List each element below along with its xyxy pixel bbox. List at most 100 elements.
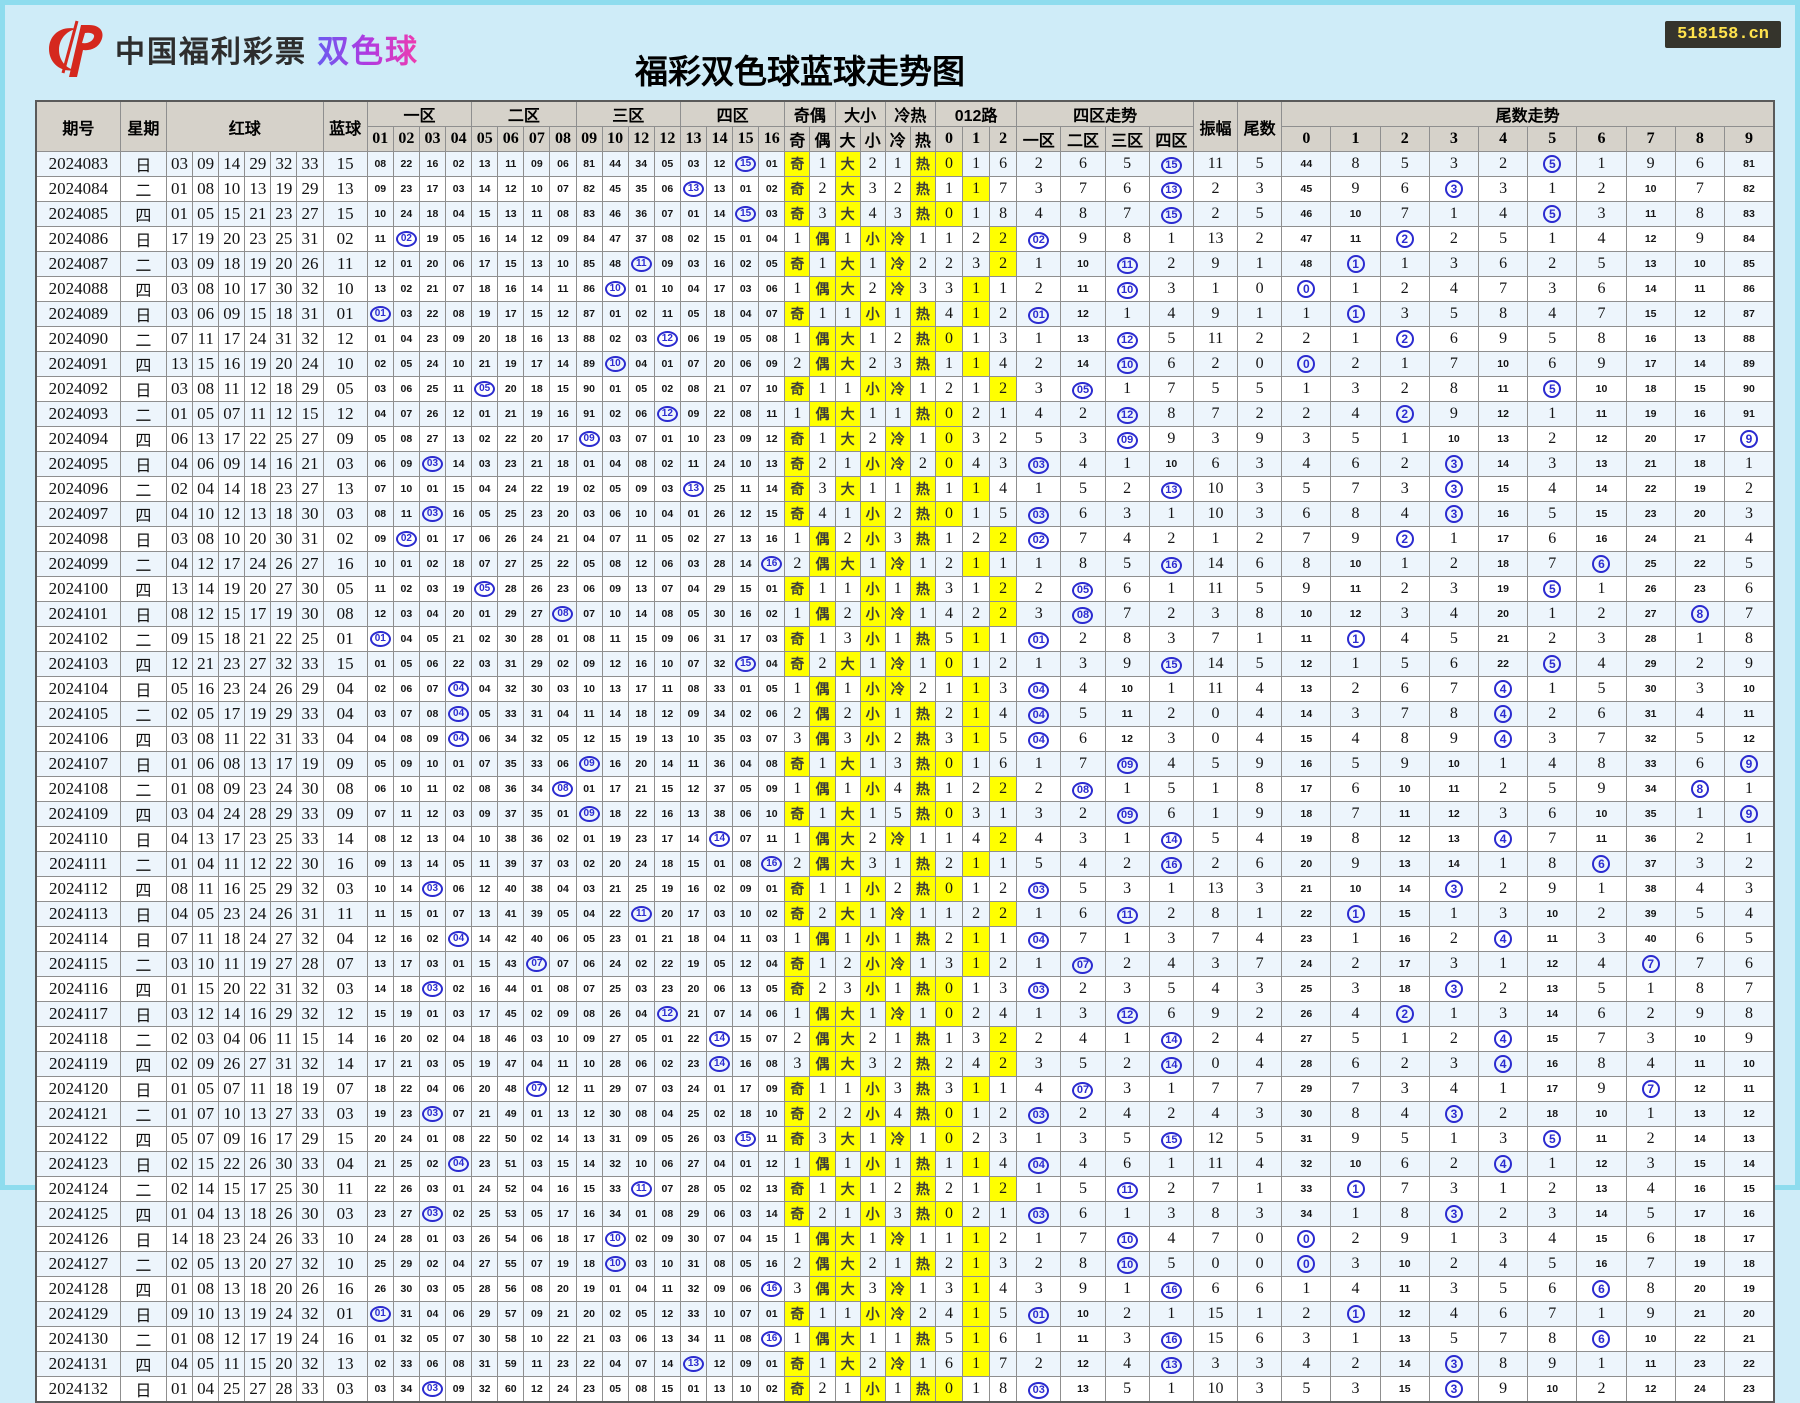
tailtrend-cell: 16: [1674, 1176, 1725, 1202]
blue-hit-circle: 16: [761, 1331, 783, 1347]
tailtrend-cell: 11: [1723, 1076, 1775, 1102]
red-ball-cell: 24: [270, 776, 298, 802]
tailtrend-cell: 29: [1625, 651, 1676, 677]
tailtrend-cell: 1: [1527, 676, 1578, 702]
blue-hit-circle: 07: [1072, 1081, 1094, 1099]
tail-cell: 1: [1237, 251, 1283, 277]
zone-cell: 12: [575, 726, 603, 752]
tailtrend-cell: 3: [1428, 1276, 1480, 1302]
tailtrend-cell: 5: [1527, 776, 1578, 802]
zone-cell: 15: [653, 1376, 681, 1403]
zone-cell: 34: [627, 151, 655, 177]
zone-cell: 17: [732, 1076, 760, 1102]
flag-cell: 2: [809, 901, 836, 927]
tail-cell: 5: [1237, 576, 1283, 602]
zone-cell: 14: [445, 451, 473, 477]
zone-cell: 20: [627, 751, 655, 777]
route-cell: 1: [962, 1251, 991, 1277]
tail-cell: 7: [1237, 951, 1283, 977]
zone-cell: 88: [575, 326, 603, 352]
amplitude-cell: 3: [1192, 601, 1239, 627]
red-ball-cell: 29: [296, 176, 324, 202]
zone-cell: 06: [445, 876, 473, 902]
flag-cell: 冷: [884, 1276, 911, 1302]
flag-cell: 奇: [784, 651, 811, 677]
tailtrend-cell: 18: [1674, 451, 1725, 477]
tailtrend-cell: 33: [1281, 1176, 1332, 1202]
zone-cell: 12: [706, 1351, 734, 1377]
zone-cell: 05: [418, 1326, 447, 1352]
zone-cell: 09: [758, 1076, 786, 1102]
blue-ball-cell: 08: [322, 601, 368, 627]
flag-cell: 2: [834, 601, 861, 627]
blue-hit-circle: 2: [1395, 230, 1414, 248]
zone-cell: 22: [471, 1126, 499, 1152]
tailtrend-cell: 9: [1330, 1126, 1381, 1152]
red-ball-cell: 21: [244, 626, 272, 652]
blue-hit-circle: 08: [552, 606, 574, 622]
zone-cell: 21: [679, 1001, 708, 1027]
hit-flag: 大: [840, 856, 855, 872]
zone-cell: 13: [706, 1376, 734, 1403]
zone-cell: 09: [706, 1276, 734, 1302]
zone-cell: 08: [627, 451, 655, 477]
tailtrend-cell: 31: [1625, 701, 1676, 727]
tailtrend-cell: 10: [1428, 751, 1480, 777]
flag-cell: 大: [834, 1026, 861, 1052]
zone-cell: 07: [523, 1251, 551, 1277]
tailtrend-cell: 3: [1674, 851, 1725, 877]
zone-cell: 03: [679, 251, 708, 277]
col-header: 蓝球: [322, 100, 368, 152]
tailtrend-cell: 4: [1478, 726, 1529, 752]
zone-cell: 19: [471, 1051, 499, 1077]
tailtrend-cell: 15: [1625, 301, 1676, 327]
flag-cell: 奇: [784, 1201, 811, 1227]
red-ball-cell: 11: [218, 1351, 246, 1377]
zone-cell: 54: [497, 1226, 525, 1252]
col-subheader: 0: [934, 126, 964, 152]
zone-cell: 32: [497, 676, 525, 702]
route-cell: 2: [989, 526, 1018, 552]
table-row: 2024114 日 07 11 18 24 27 32 04 12 16 02 04 14 42 40 06 05…: [35, 926, 1775, 952]
hit-flag: 热: [915, 1056, 930, 1072]
zone-cell: 91: [575, 401, 603, 427]
zone-cell: 22: [549, 1326, 577, 1352]
site-badge[interactable]: 518158.cn: [1665, 21, 1781, 48]
hit-flag: 冷: [890, 681, 905, 697]
week-cell: 四: [119, 726, 168, 752]
zone-cell: 47: [601, 226, 629, 252]
zone-cell: 26: [679, 1126, 708, 1152]
zone-cell: 01: [523, 976, 551, 1002]
red-ball-cell: 29: [244, 151, 272, 177]
zone-cell: 19: [601, 826, 629, 852]
tailtrend-cell: 4: [1527, 301, 1578, 327]
zone-cell: 08: [418, 701, 447, 727]
tailtrend-cell: 1: [1723, 826, 1775, 852]
hit-flag: 热: [915, 531, 930, 547]
red-ball-cell: 30: [296, 851, 324, 877]
amplitude-cell: 1: [1192, 801, 1239, 827]
red-ball-cell: 18: [270, 301, 298, 327]
issue-cell: 2024090: [35, 326, 121, 352]
tailtrend-cell: 22: [1625, 476, 1676, 502]
tailtrend-cell: 8: [1674, 201, 1725, 227]
tailtrend-cell: 3: [1527, 451, 1578, 477]
zone-cell: 14: [758, 1201, 786, 1227]
flag-cell: 4: [809, 501, 836, 527]
red-ball-cell: 16: [192, 676, 220, 702]
quadrant-cell: 5: [1104, 1126, 1150, 1152]
flag-cell: 1: [909, 1226, 936, 1252]
zone-cell: 02: [732, 251, 760, 277]
zone-cell: 14: [627, 601, 655, 627]
tail-cell: 5: [1237, 151, 1283, 177]
zone-cell: 03: [523, 1151, 551, 1177]
blue-ball-cell: 15: [322, 651, 368, 677]
zone-cell: 31: [471, 1351, 499, 1377]
zone-cell: 06: [627, 1051, 655, 1077]
zone-cell: 15: [627, 626, 655, 652]
week-cell: 日: [119, 601, 168, 627]
tailtrend-cell: 6: [1478, 1301, 1529, 1327]
tailtrend-cell: 2: [1330, 351, 1381, 377]
blue-ball-cell: 03: [322, 1376, 368, 1403]
flag-cell: 1: [884, 1326, 911, 1352]
